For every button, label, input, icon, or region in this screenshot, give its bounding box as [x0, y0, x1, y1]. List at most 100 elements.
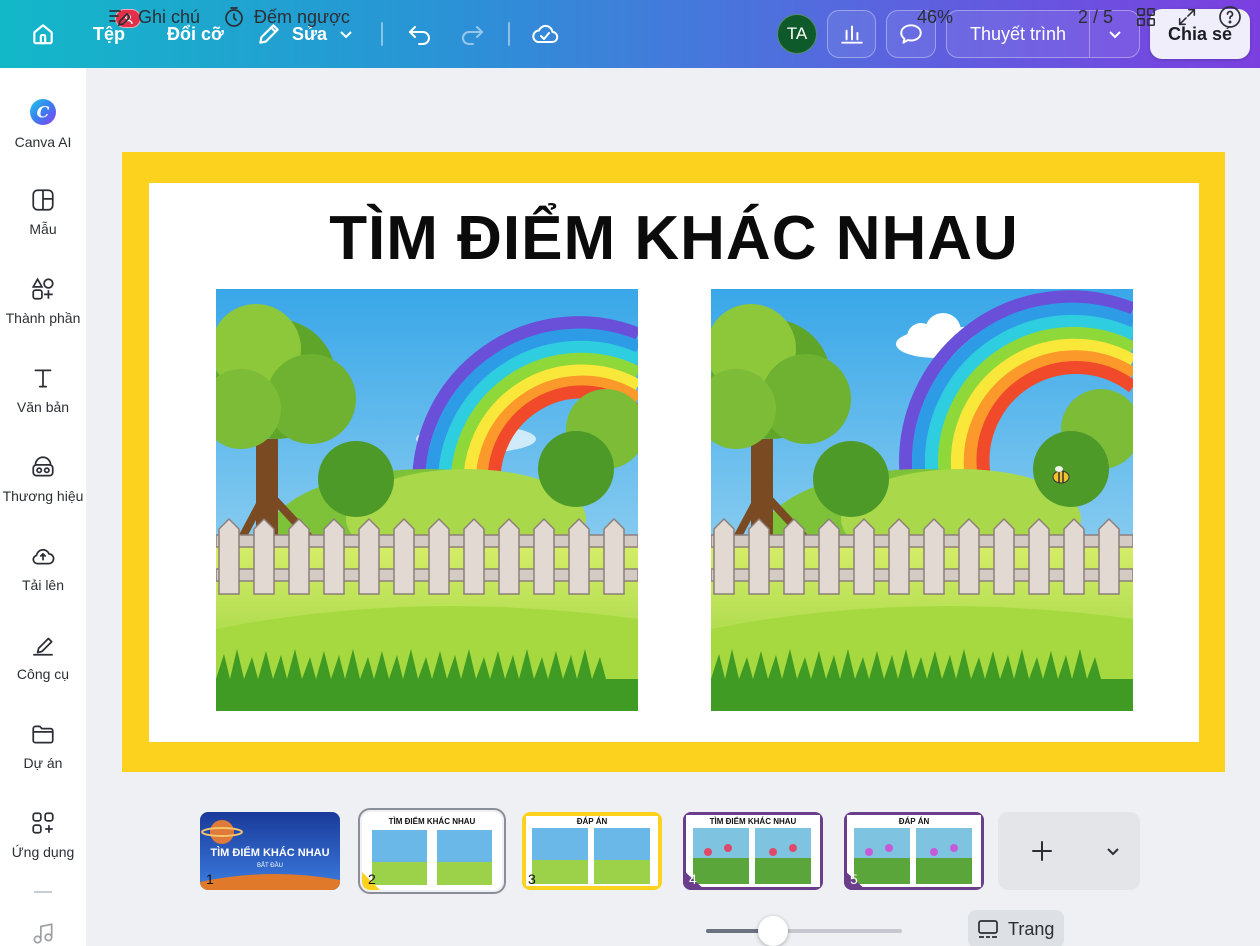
sidebar-item-templates[interactable]: Mẫu: [0, 187, 86, 237]
sidebar-item-elements[interactable]: Thành phần: [0, 276, 86, 326]
sidebar-item-upload[interactable]: Tải lên: [0, 543, 86, 593]
help-icon: [1219, 6, 1241, 28]
notes-button[interactable]: Ghi chú: [106, 0, 200, 34]
notes-label: Ghi chú: [138, 6, 201, 27]
toolbar-divider: [381, 22, 383, 46]
thumbnail-image: ĐÁP ÁN: [522, 812, 662, 890]
sidebar-item-label: Mẫu: [29, 221, 57, 237]
tools-icon: [33, 637, 53, 656]
sidebar-item-label: Tải lên: [21, 577, 65, 593]
thumbnail-subtitle: BẮT ĐẦU: [257, 861, 283, 869]
thumbnail-image: TÌM ĐIỂM KHÁC NHAU: [362, 812, 502, 890]
garden-scene-image: [216, 289, 638, 711]
elements-icon: [31, 277, 54, 300]
thumbnail-image: TÌM ĐIỂM KHÁC NHAU: [683, 812, 823, 890]
page-thumbnail[interactable]: TÌM ĐIỂM KHÁC NHAU 4: [683, 812, 823, 890]
cloud-save-status[interactable]: [530, 0, 560, 68]
text-icon: [34, 369, 52, 388]
thumbnail-title: TÌM ĐIỂM KHÁC NHAU: [210, 846, 329, 859]
avatar-initials: TA: [786, 24, 808, 43]
add-page-button[interactable]: [1022, 831, 1062, 871]
sidebar-item-text[interactable]: Văn bản: [0, 365, 86, 415]
page-number: 5: [850, 871, 858, 887]
page-counter-label: 2 / 5: [1078, 6, 1114, 27]
grid-icon: [1136, 7, 1156, 27]
redo-button[interactable]: [458, 0, 486, 68]
bar-chart-icon: [840, 25, 863, 44]
brand-icon: [32, 456, 54, 477]
add-page-options-button[interactable]: [1098, 836, 1128, 866]
sidebar-item-projects[interactable]: Dự án: [0, 721, 86, 771]
pages-label: Trang: [1008, 918, 1055, 939]
expand-icon: [1178, 8, 1196, 26]
home-button[interactable]: [28, 0, 58, 68]
puzzle-image-left[interactable]: [216, 289, 638, 711]
pages-view-button[interactable]: Trang: [968, 910, 1064, 946]
zoom-slider[interactable]: [706, 929, 902, 933]
sidebar-item-apps[interactable]: Ứng dụng: [0, 810, 86, 860]
undo-button[interactable]: [406, 0, 434, 68]
upload-icon: [32, 548, 55, 565]
slide-title[interactable]: TÌM ĐIỂM KHÁC NHAU: [149, 203, 1199, 274]
sidebar-item-brand[interactable]: Thương hiệu: [0, 454, 86, 504]
page-thumbnail[interactable]: TÌM ĐIỂM KHÁC NHAU BẮT ĐẦU 1: [200, 812, 340, 890]
home-icon: [33, 24, 53, 45]
page-number: 1: [206, 871, 214, 887]
thumbnail-title: ĐÁP ÁN: [899, 817, 930, 826]
timer-icon: [225, 7, 243, 27]
page-thumbnail[interactable]: ĐÁP ÁN 5: [844, 812, 984, 890]
sidebar-item-canva-ai[interactable]: C Canva AI: [0, 98, 86, 150]
page-counter[interactable]: 2 / 5: [1078, 0, 1113, 34]
canva-ai-icon: C: [30, 99, 56, 125]
chevron-down-icon: [1107, 848, 1119, 856]
page-number: 2: [368, 871, 376, 887]
undo-icon: [408, 26, 430, 45]
puzzle-image-right[interactable]: [711, 289, 1133, 711]
sidebar-item-music[interactable]: [0, 920, 86, 946]
slide-content: TÌM ĐIỂM KHÁC NHAU: [149, 183, 1199, 742]
sidebar-item-tools[interactable]: Công cụ: [0, 632, 86, 682]
avatar[interactable]: TA: [777, 14, 817, 54]
insights-button[interactable]: [827, 10, 876, 58]
page-thumbnail[interactable]: ĐÁP ÁN 3: [522, 812, 662, 890]
timer-button[interactable]: Đếm ngược: [222, 0, 350, 34]
page-thumbnail-selected[interactable]: TÌM ĐIỂM KHÁC NHAU 2: [358, 808, 506, 894]
sidebar-divider: [34, 891, 52, 893]
thumbnail-title: TÌM ĐIỂM KHÁC NHAU: [710, 817, 797, 826]
music-note-icon: [33, 923, 53, 944]
notes-icon: [109, 10, 130, 27]
thumbnail-title: TÌM ĐIỂM KHÁC NHAU: [389, 817, 476, 826]
sidebar-item-label: Ứng dụng: [11, 844, 75, 860]
projects-icon: [32, 725, 54, 744]
sidebar-item-label: Thương hiệu: [2, 488, 84, 504]
sidebar-item-label: Canva AI: [14, 134, 72, 150]
sidebar-item-label: Thành phần: [5, 310, 81, 326]
zoom-level[interactable]: 46%: [917, 0, 953, 34]
left-sidebar: C Canva AI Mẫu Thành phần Văn bản Thương…: [0, 68, 86, 946]
slide-canvas[interactable]: TÌM ĐIỂM KHÁC NHAU: [122, 152, 1225, 772]
fullscreen-button[interactable]: [1176, 0, 1198, 34]
apps-icon: [32, 812, 54, 834]
toolbar-divider: [508, 22, 510, 46]
garden-scene-image: [711, 289, 1133, 711]
thumbnail-title: ĐÁP ÁN: [577, 817, 608, 826]
zoom-label: 46%: [917, 6, 954, 27]
grid-view-button[interactable]: [1135, 0, 1157, 34]
svg-text:C: C: [37, 103, 50, 122]
sidebar-item-label: Dự án: [23, 755, 63, 771]
help-button[interactable]: [1218, 0, 1242, 34]
sidebar-item-label: Công cụ: [16, 666, 70, 682]
cloud-check-icon: [532, 24, 559, 43]
sidebar-item-label: Văn bản: [16, 399, 70, 415]
timer-label: Đếm ngược: [254, 6, 350, 27]
plus-icon: [1032, 841, 1052, 861]
thumbnail-image: ĐÁP ÁN: [844, 812, 984, 890]
templates-icon: [32, 189, 54, 211]
pages-icon: [978, 920, 998, 938]
page-number: 3: [528, 871, 536, 887]
page-number: 4: [689, 871, 697, 887]
add-page-area: [998, 812, 1140, 890]
thumbnail-image: TÌM ĐIỂM KHÁC NHAU BẮT ĐẦU: [200, 812, 340, 890]
present-label[interactable]: Thuyết trình: [947, 11, 1090, 57]
zoom-slider-handle[interactable]: [758, 916, 788, 946]
